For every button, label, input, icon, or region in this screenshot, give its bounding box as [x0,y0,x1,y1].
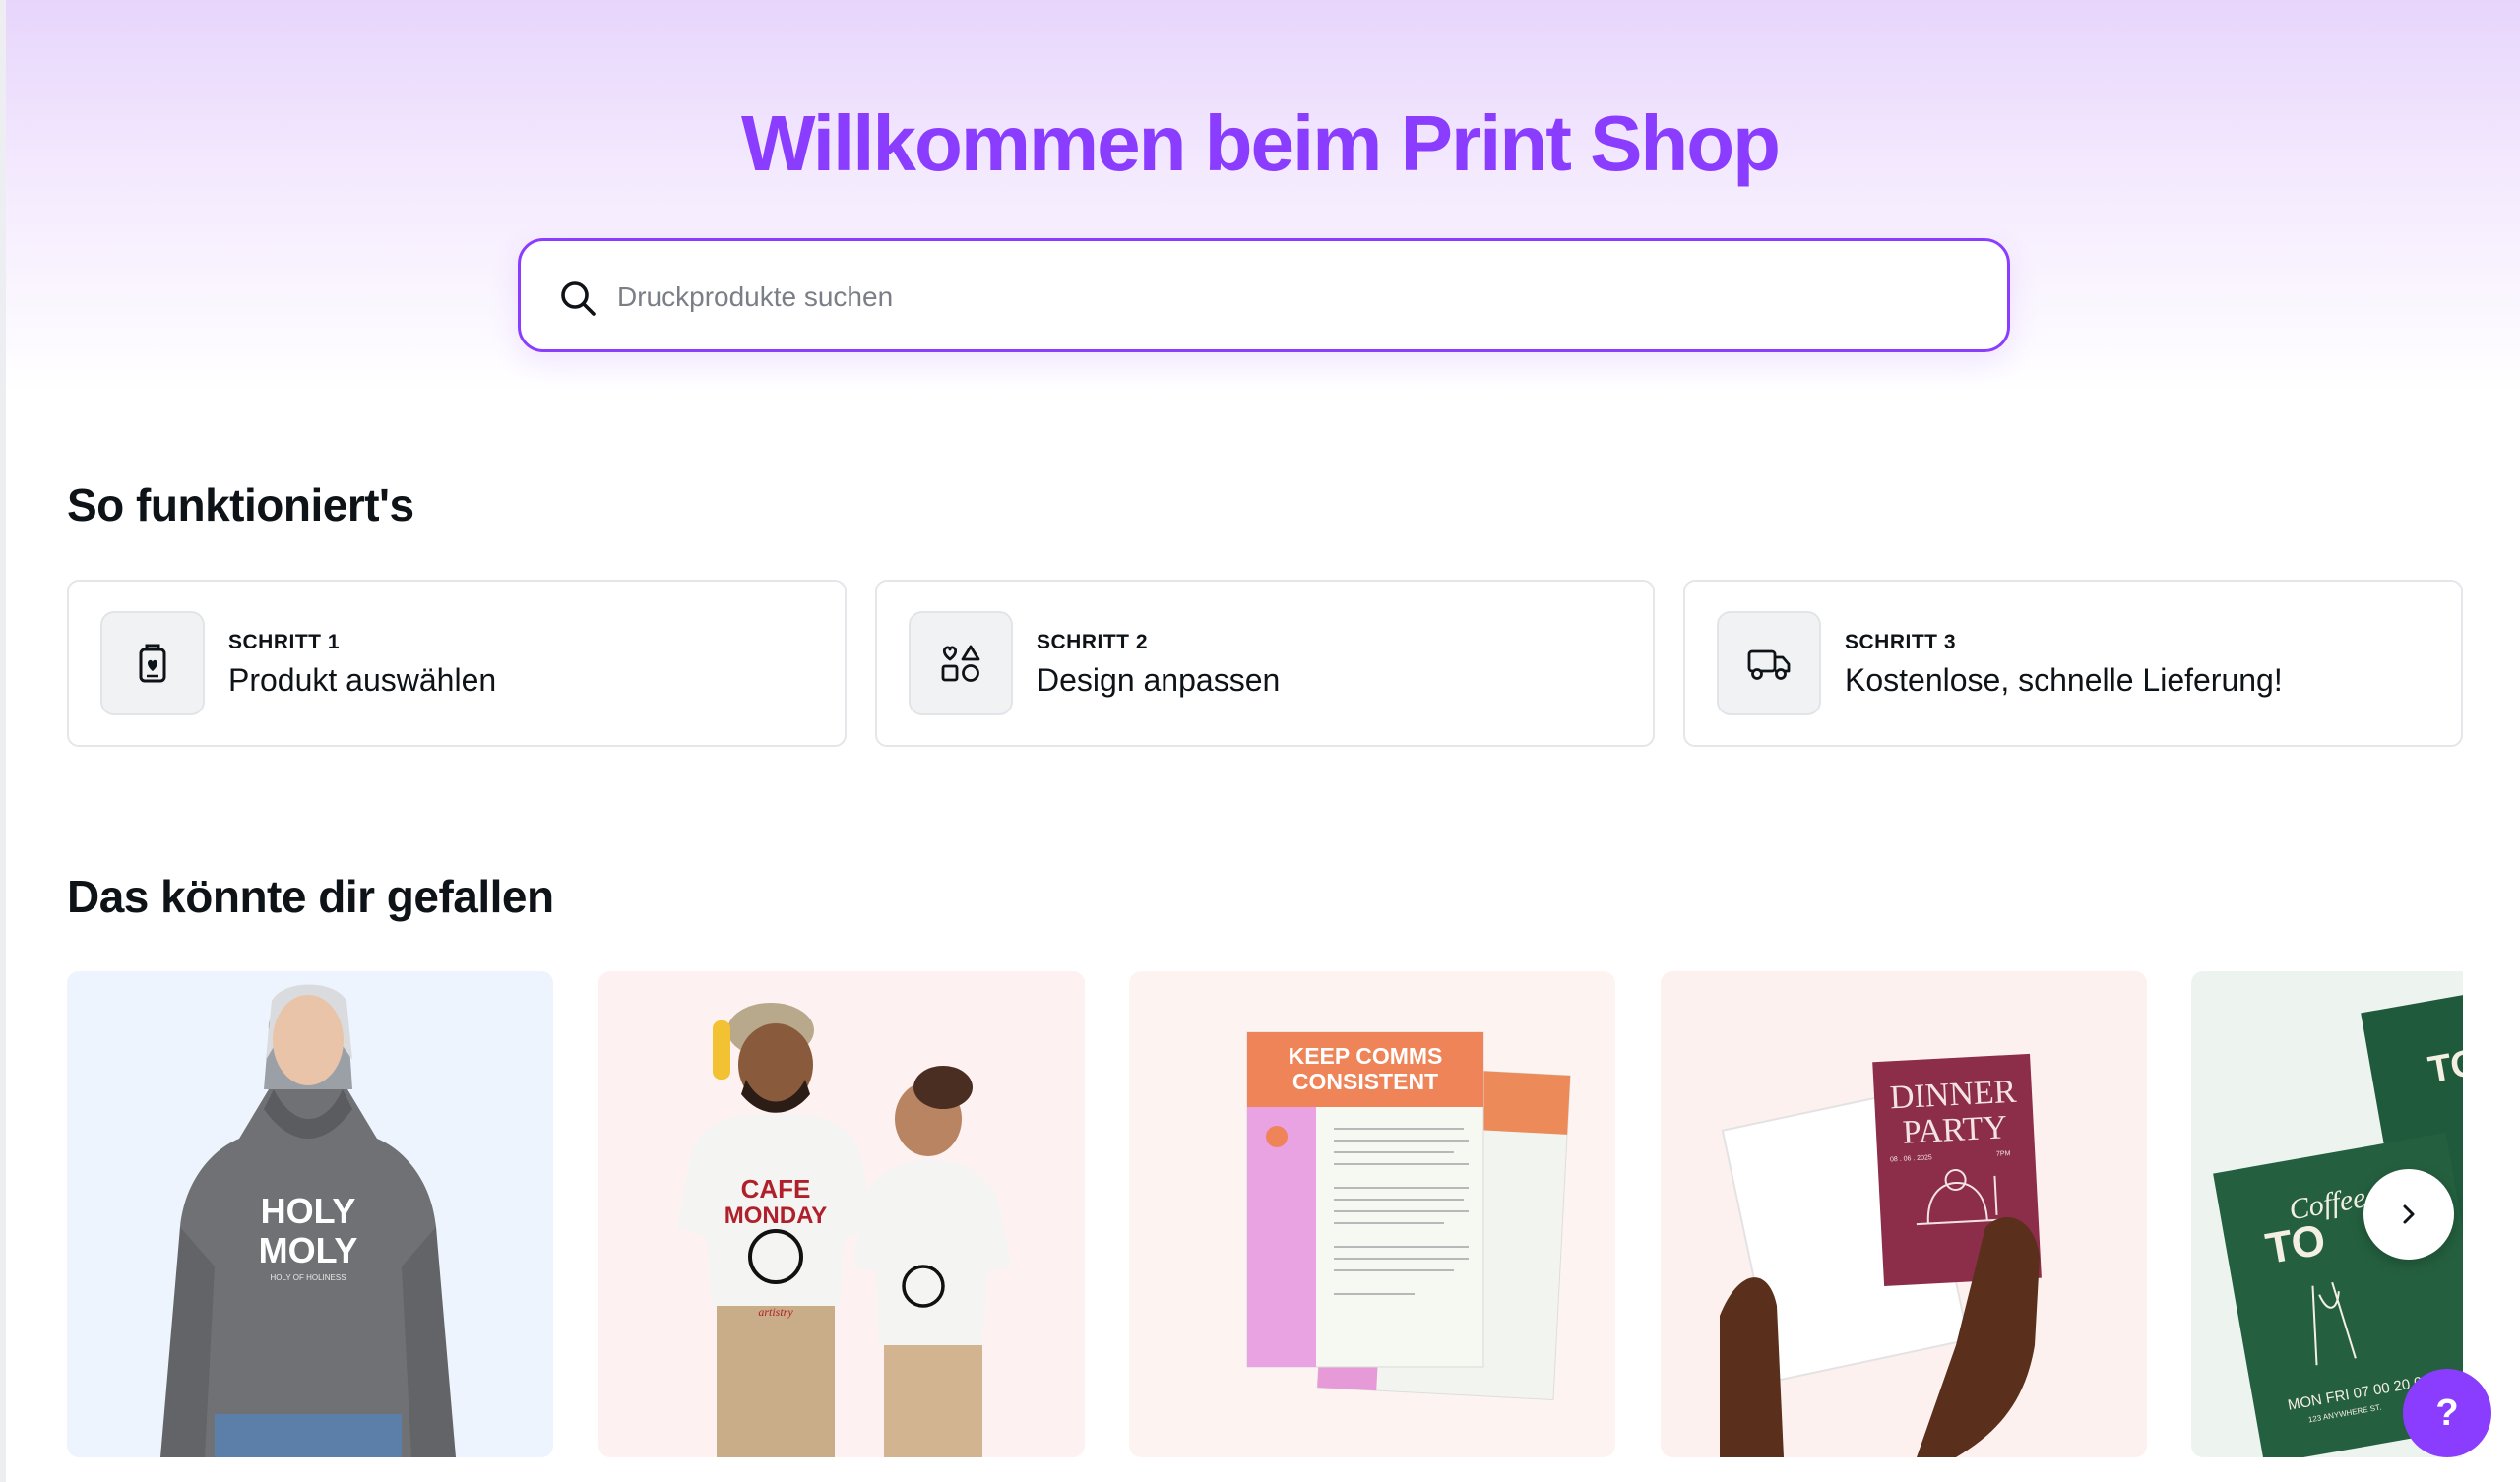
product-card-invitation[interactable]: DINNER PARTY 08 . 06 . 2025 7PM [1661,971,2147,1457]
step-label: Produkt auswählen [228,662,497,698]
product-card-tshirts[interactable]: CAFE MONDAY artistry [598,971,1085,1457]
product-card-letterhead[interactable]: KEEP COMMS CONSISTENT [1129,971,1615,1457]
step-card-3: SCHRITT 3 Kostenlose, schnelle Lieferung… [1683,580,2463,747]
page-title: Willkommen beim Print Shop [740,99,1781,187]
invitation-time: 7PM [1996,1150,2011,1158]
coffee-flyer-back-heading: TO [2426,1042,2463,1091]
search-bar[interactable] [518,238,2010,352]
step-icon-box [1717,611,1821,715]
product-card-hoodie[interactable]: HOLY MOLY HOLY OF HOLINESS [67,971,553,1457]
hoodie-print-line2: MOLY [259,1230,358,1270]
help-button[interactable]: ? [2403,1369,2491,1457]
invitation-heading-line2: PARTY [1902,1109,2008,1151]
tshirt-print-line2: MONDAY [724,1203,827,1229]
coffee-flyer-heading: TO [2262,1215,2329,1273]
section-title-recommendations: Das könnte dir gefallen [67,871,554,922]
step-kicker: SCHRITT 1 [228,631,341,653]
step-card-2: SCHRITT 2 Design anpassen [875,580,1655,747]
search-input[interactable] [615,261,1978,334]
section-title-how-it-works: So funktioniert's [67,479,414,530]
invitation-image: DINNER PARTY 08 . 06 . 2025 7PM [1720,1053,2042,1457]
letterhead-image: KEEP COMMS CONSISTENT [1246,1031,1571,1401]
hoodie-image: HOLY MOLY HOLY OF HOLINESS [160,984,456,1457]
chevron-right-icon [2403,1204,2415,1224]
product-card-icon [139,644,166,683]
step-card-1: SCHRITT 1 Produkt auswählen [67,580,847,747]
hoodie-print-line1: HOLY [261,1191,356,1231]
tshirt-print-line1: CAFE [741,1174,811,1204]
shapes-icon [941,645,980,682]
hoodie-print-small: HOLY OF HOLINESS [270,1273,346,1282]
step-icon-box [909,611,1013,715]
step-kicker: SCHRITT 3 [1845,631,1957,653]
step-icon-box [100,611,205,715]
step-kicker: SCHRITT 2 [1037,631,1149,653]
tshirts-image: CAFE MONDAY artistry [677,1003,1012,1457]
truck-icon [1747,649,1791,680]
letterhead-heading-line2: CONSISTENT [1292,1069,1438,1094]
step-label: Design anpassen [1037,662,1281,698]
letterhead-heading-line1: KEEP COMMS [1289,1043,1443,1069]
step-label: Kostenlose, schnelle Lieferung! [1845,662,2283,698]
search-icon [561,281,596,316]
carousel-next-button[interactable] [2363,1169,2454,1260]
tshirt-print-brand: artistry [758,1305,793,1319]
